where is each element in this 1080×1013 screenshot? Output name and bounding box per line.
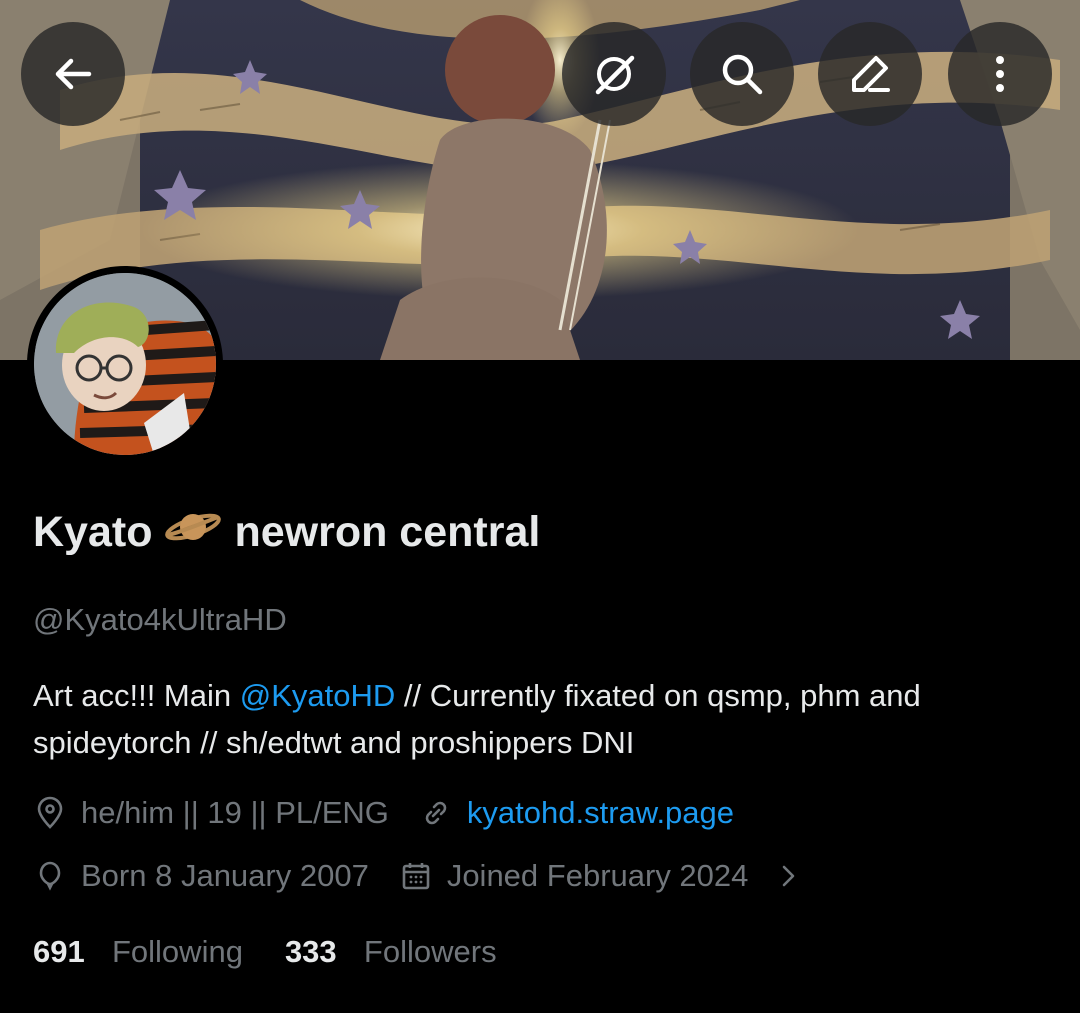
- joined-item[interactable]: Joined February 2024: [399, 858, 807, 894]
- followers-link[interactable]: 333 Followers: [285, 934, 497, 970]
- search-icon: [722, 54, 763, 95]
- profile-bio: Art acc!!! Main @KyatoHD // Currently fi…: [33, 672, 1053, 766]
- display-name-first: Kyato: [33, 508, 153, 556]
- birthday-item: Born 8 January 2007: [33, 858, 369, 894]
- website-link[interactable]: kyatohd.straw.page: [467, 795, 734, 831]
- display-name-rest: newron central: [234, 508, 541, 556]
- website-item[interactable]: kyatohd.straw.page: [419, 795, 734, 831]
- follow-stats: 691 Following 333 Followers: [33, 934, 497, 970]
- profile-meta-row-2: Born 8 January 2007 Joined February 2024: [33, 858, 806, 894]
- birthday-text: Born 8 January 2007: [81, 858, 369, 893]
- avatar[interactable]: [27, 266, 223, 462]
- ringed-planet-emoji-icon: [164, 507, 222, 558]
- bio-mention-link[interactable]: @KyatoHD: [240, 678, 396, 713]
- grok-icon: [595, 55, 635, 95]
- following-count: 691: [33, 934, 85, 969]
- display-name: Kyato newron central: [33, 507, 540, 558]
- profile-handle: @Kyato4kUltraHD: [33, 602, 287, 637]
- search-button[interactable]: [690, 22, 794, 126]
- calendar-icon: [399, 859, 433, 893]
- edit-pencil-icon: [852, 56, 890, 92]
- more-options-button[interactable]: [948, 22, 1052, 126]
- profile-meta-row-1: he/him || 19 || PL/ENG kyatohd.straw.pag…: [33, 795, 734, 831]
- balloon-icon: [33, 859, 67, 893]
- location-text: he/him || 19 || PL/ENG: [81, 795, 389, 830]
- following-link[interactable]: 691 Following: [33, 934, 243, 970]
- following-label: Following: [111, 934, 243, 969]
- followers-label: Followers: [363, 934, 497, 969]
- location-pin-icon: [33, 796, 67, 830]
- arrow-left-icon: [55, 58, 92, 90]
- profile-page: Kyato newron central @Kyato4kUltraHD Art…: [0, 0, 1080, 1013]
- followers-count: 333: [284, 934, 337, 969]
- edit-button[interactable]: [818, 22, 922, 126]
- chevron-right-icon: [772, 859, 806, 893]
- more-vertical-icon: [996, 56, 1004, 92]
- link-icon: [419, 796, 453, 830]
- back-button[interactable]: [21, 22, 125, 126]
- avatar-image: [34, 273, 216, 455]
- grok-button[interactable]: [562, 22, 666, 126]
- bio-text-start: Art acc!!! Main: [33, 678, 240, 713]
- joined-text: Joined February 2024: [446, 858, 749, 893]
- location-item: he/him || 19 || PL/ENG: [33, 795, 389, 831]
